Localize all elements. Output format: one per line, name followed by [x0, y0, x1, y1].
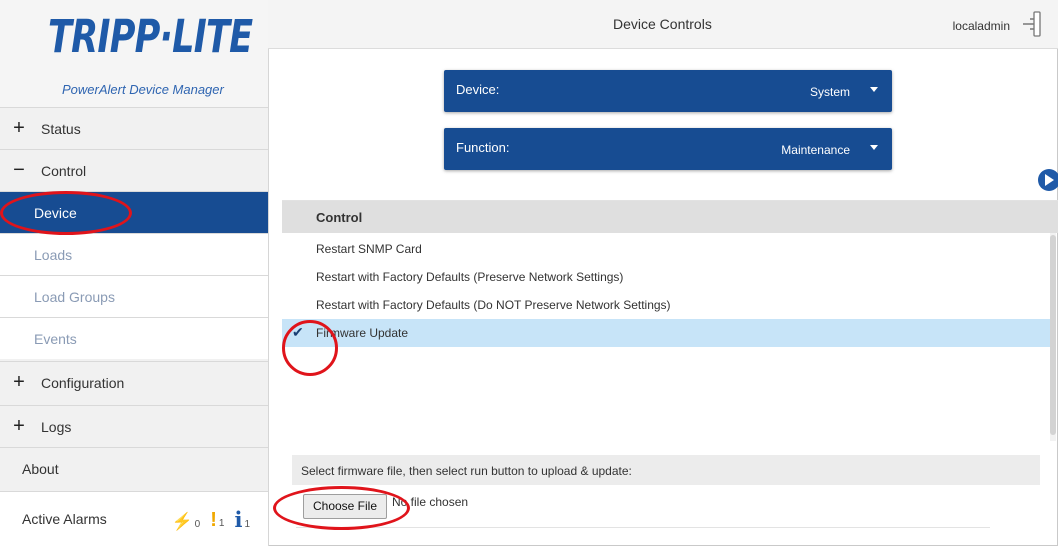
- control-row-factory-preserve[interactable]: Restart with Factory Defaults (Preserve …: [282, 263, 1050, 291]
- control-list-scrollbar[interactable]: [1050, 233, 1056, 441]
- sidebar-item-label: Load Groups: [34, 288, 115, 305]
- device-select-value: System: [809, 85, 850, 99]
- control-row-label: Firmware Update: [316, 326, 409, 340]
- expand-icon: +: [13, 371, 25, 393]
- warning-count: 1: [218, 517, 225, 529]
- critical-alarm[interactable]: ⚡ 0: [171, 512, 200, 532]
- info-alarm[interactable]: i1: [234, 507, 250, 532]
- collapse-icon: −: [13, 159, 25, 181]
- control-table: Control Restart SNMP Card Restart with F…: [282, 200, 1058, 441]
- sidebar-item-label: Device: [34, 204, 77, 221]
- expand-icon: +: [13, 117, 25, 139]
- brand-subtitle: PowerAlert Device Manager: [62, 82, 224, 97]
- lightning-icon: ⚡: [171, 511, 193, 531]
- sidebar-item-label: Loads: [34, 246, 73, 263]
- plug-icon[interactable]: [1020, 10, 1046, 38]
- sidebar-item-loads[interactable]: Loads: [0, 233, 268, 275]
- sidebar-item-status[interactable]: + Status: [0, 107, 268, 149]
- function-select-value: Maintenance: [781, 143, 850, 157]
- control-list: Restart SNMP Card Restart with Factory D…: [282, 233, 1050, 441]
- device-select[interactable]: Device: System: [444, 70, 892, 112]
- active-alarms[interactable]: Active Alarms ⚡ 0 ! 1 i1: [0, 491, 268, 546]
- control-row-label: Restart SNMP Card: [316, 242, 422, 256]
- top-bar: Device Controls localadmin: [268, 0, 1058, 49]
- firmware-instruction-text: Select firmware file, then select run bu…: [301, 464, 632, 478]
- function-select[interactable]: Function: Maintenance: [444, 128, 892, 170]
- sidebar-item-label: Logs: [41, 418, 72, 435]
- sidebar-item-load-groups[interactable]: Load Groups: [0, 275, 268, 317]
- sidebar-item-label: Events: [34, 330, 77, 347]
- firmware-instructions: Select firmware file, then select run bu…: [292, 455, 1040, 485]
- user-menu[interactable]: localadmin: [953, 19, 1010, 33]
- control-row-restart-snmp[interactable]: Restart SNMP Card: [282, 235, 1050, 263]
- control-row-label: Restart with Factory Defaults (Preserve …: [316, 270, 624, 284]
- exclamation-icon: !: [210, 508, 217, 531]
- warning-alarm[interactable]: ! 1: [210, 509, 224, 532]
- sidebar-item-label: About: [22, 460, 59, 477]
- choose-file-button[interactable]: Choose File: [303, 494, 387, 519]
- sidebar-item-label: Control: [41, 162, 87, 179]
- sidebar-item-about[interactable]: About: [0, 447, 268, 489]
- file-status: No file chosen: [392, 495, 469, 509]
- sidebar-item-control[interactable]: − Control: [0, 149, 268, 191]
- caret-down-icon: [870, 145, 878, 150]
- play-circle-icon[interactable]: [1037, 168, 1058, 192]
- function-select-label: Function:: [456, 140, 510, 155]
- info-count: 1: [244, 518, 250, 530]
- device-select-label: Device:: [456, 82, 500, 97]
- column-header-control: Control: [316, 210, 363, 225]
- expand-icon: +: [13, 415, 25, 437]
- checkmark-icon: ✔: [292, 324, 304, 340]
- divider: [296, 527, 990, 528]
- sidebar-item-events[interactable]: Events: [0, 317, 268, 359]
- sidebar: TRIPP·LITE PowerAlert Device Manager + S…: [0, 0, 269, 546]
- control-row-label: Restart with Factory Defaults (Do NOT Pr…: [316, 298, 671, 312]
- control-row-firmware-update[interactable]: ✔ Firmware Update: [282, 319, 1050, 347]
- control-row-factory-no-preserve[interactable]: Restart with Factory Defaults (Do NOT Pr…: [282, 291, 1050, 319]
- sidebar-item-device[interactable]: Device: [0, 191, 268, 233]
- logo-area: TRIPP·LITE PowerAlert Device Manager: [0, 0, 268, 107]
- alarm-counts: ⚡ 0 ! 1 i1: [171, 507, 250, 532]
- scrollbar-thumb[interactable]: [1050, 235, 1056, 435]
- info-icon: i: [234, 506, 243, 532]
- caret-down-icon: [870, 87, 878, 92]
- brand-logo: TRIPP·LITE: [48, 10, 253, 63]
- sidebar-item-configuration[interactable]: + Configuration: [0, 361, 268, 403]
- active-alarms-label: Active Alarms: [22, 511, 107, 527]
- sidebar-item-label: Configuration: [41, 374, 125, 391]
- page-title: Device Controls: [613, 16, 712, 32]
- critical-count: 0: [194, 518, 201, 530]
- sidebar-item-logs[interactable]: + Logs: [0, 405, 268, 447]
- sidebar-item-label: Status: [41, 120, 81, 137]
- control-table-header: Control: [282, 201, 1058, 233]
